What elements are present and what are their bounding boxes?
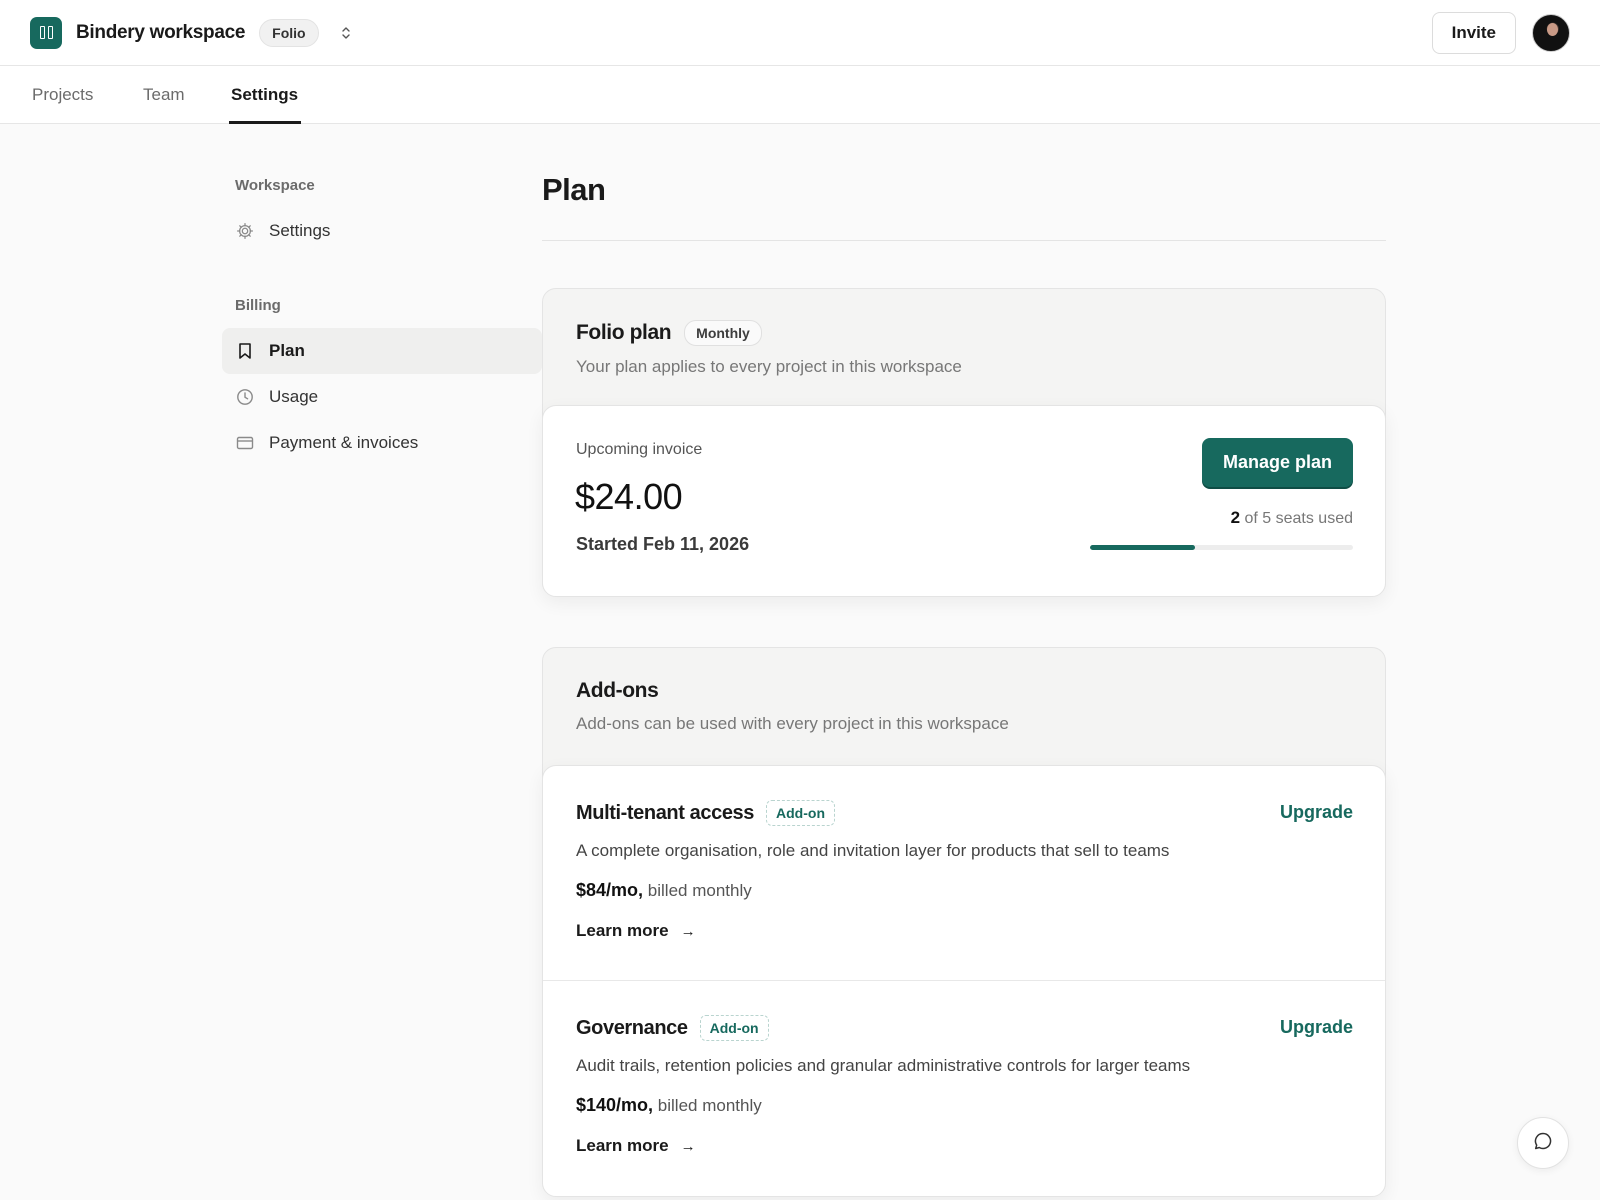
addon-price: $84/mo, billed monthly <box>576 880 752 901</box>
tab-settings[interactable]: Settings <box>228 66 302 124</box>
addon-billing: billed monthly <box>647 881 752 900</box>
addon-item: Governance Add-on Upgrade Audit trails, … <box>543 980 1385 1194</box>
main-tabs: Projects Team Settings <box>0 66 1600 124</box>
sidebar-item-label: Payment & invoices <box>269 433 419 452</box>
learn-more-link[interactable]: Learn more → <box>576 921 696 941</box>
billing-period-badge: Monthly <box>684 320 762 346</box>
top-bar: Bindery workspace Folio Invite <box>0 0 1600 66</box>
credit-card-icon <box>236 434 254 452</box>
seats-used-count: 2 <box>1230 508 1241 527</box>
seats-progress-bar <box>1090 545 1353 550</box>
addon-item: Multi-tenant access Add-on Upgrade A com… <box>543 766 1385 980</box>
chat-button[interactable] <box>1517 1117 1569 1169</box>
workspace-logo-icon[interactable] <box>30 16 62 49</box>
addons-list: Multi-tenant access Add-on Upgrade A com… <box>542 765 1386 1197</box>
clock-icon <box>236 388 254 406</box>
invite-button[interactable]: Invite <box>1431 11 1516 54</box>
tab-team[interactable]: Team <box>143 66 185 124</box>
arrow-right-icon: → <box>680 922 696 940</box>
addon-description: Audit trails, retention policies and gra… <box>576 1056 1191 1075</box>
addon-badge: Add-on <box>766 800 835 826</box>
invoice-amount: $24.00 <box>575 476 683 517</box>
sidebar-item-usage[interactable]: Usage <box>222 374 542 420</box>
plan-card: Folio plan Monthly Your plan applies to … <box>542 288 1386 597</box>
sidebar-heading-billing: Billing <box>235 297 281 314</box>
plan-pill: Folio <box>259 18 319 47</box>
bookmark-icon <box>236 342 254 360</box>
addon-price: $140/mo, billed monthly <box>576 1095 762 1116</box>
addon-title: Governance <box>576 1016 688 1039</box>
arrow-right-icon: → <box>680 1137 696 1155</box>
plan-start-date: Started Feb 11, 2026 <box>576 534 750 554</box>
user-avatar[interactable] <box>1532 13 1570 52</box>
sidebar-item-label: Settings <box>269 221 331 240</box>
addon-price-amount: $84/mo, <box>576 880 644 900</box>
addon-description: A complete organisation, role and invita… <box>576 841 1170 860</box>
upgrade-link[interactable]: Upgrade <box>1280 1017 1353 1038</box>
plan-title: Folio plan <box>576 321 672 344</box>
tab-projects[interactable]: Projects <box>32 66 93 124</box>
addons-title: Add-ons <box>576 679 659 702</box>
page-title: Plan <box>542 172 606 207</box>
title-divider <box>542 240 1386 241</box>
sidebar-item-payment-invoices[interactable]: Payment & invoices <box>222 420 542 466</box>
seats-used-text: 2 of 5 seats used <box>1231 508 1353 528</box>
sidebar-item-label: Usage <box>269 387 319 406</box>
addon-price-amount: $140/mo, <box>576 1095 654 1115</box>
addon-billing: billed monthly <box>657 1096 762 1115</box>
learn-more-label: Learn more <box>576 1136 669 1155</box>
gear-icon <box>236 222 254 240</box>
seats-used-label: of 5 seats used <box>1244 510 1353 527</box>
plan-subtitle: Your plan applies to every project in th… <box>576 357 962 376</box>
sidebar-item-label: Plan <box>269 341 305 360</box>
manage-plan-button[interactable]: Manage plan <box>1201 438 1353 487</box>
invoice-panel: Upcoming invoice $24.00 Started Feb 11, … <box>542 405 1386 597</box>
addons-subtitle: Add-ons can be used with every project i… <box>576 714 1009 733</box>
upgrade-link[interactable]: Upgrade <box>1280 802 1353 823</box>
chat-bubble-icon <box>1533 1131 1553 1156</box>
addons-card: Add-ons Add-ons can be used with every p… <box>542 647 1386 1197</box>
sidebar-item-settings[interactable]: Settings <box>222 208 542 254</box>
addon-badge: Add-on <box>699 1015 769 1041</box>
learn-more-label: Learn more <box>576 921 669 940</box>
sidebar-heading-workspace: Workspace <box>235 177 315 194</box>
invoice-label: Upcoming invoice <box>576 441 703 458</box>
seats-progress-fill <box>1090 545 1196 550</box>
workspace-switcher-icon[interactable] <box>339 23 353 43</box>
addon-title: Multi-tenant access <box>576 801 755 824</box>
workspace-name[interactable]: Bindery workspace <box>76 22 245 44</box>
sidebar-item-plan[interactable]: Plan <box>222 328 542 374</box>
learn-more-link[interactable]: Learn more → <box>576 1136 696 1156</box>
